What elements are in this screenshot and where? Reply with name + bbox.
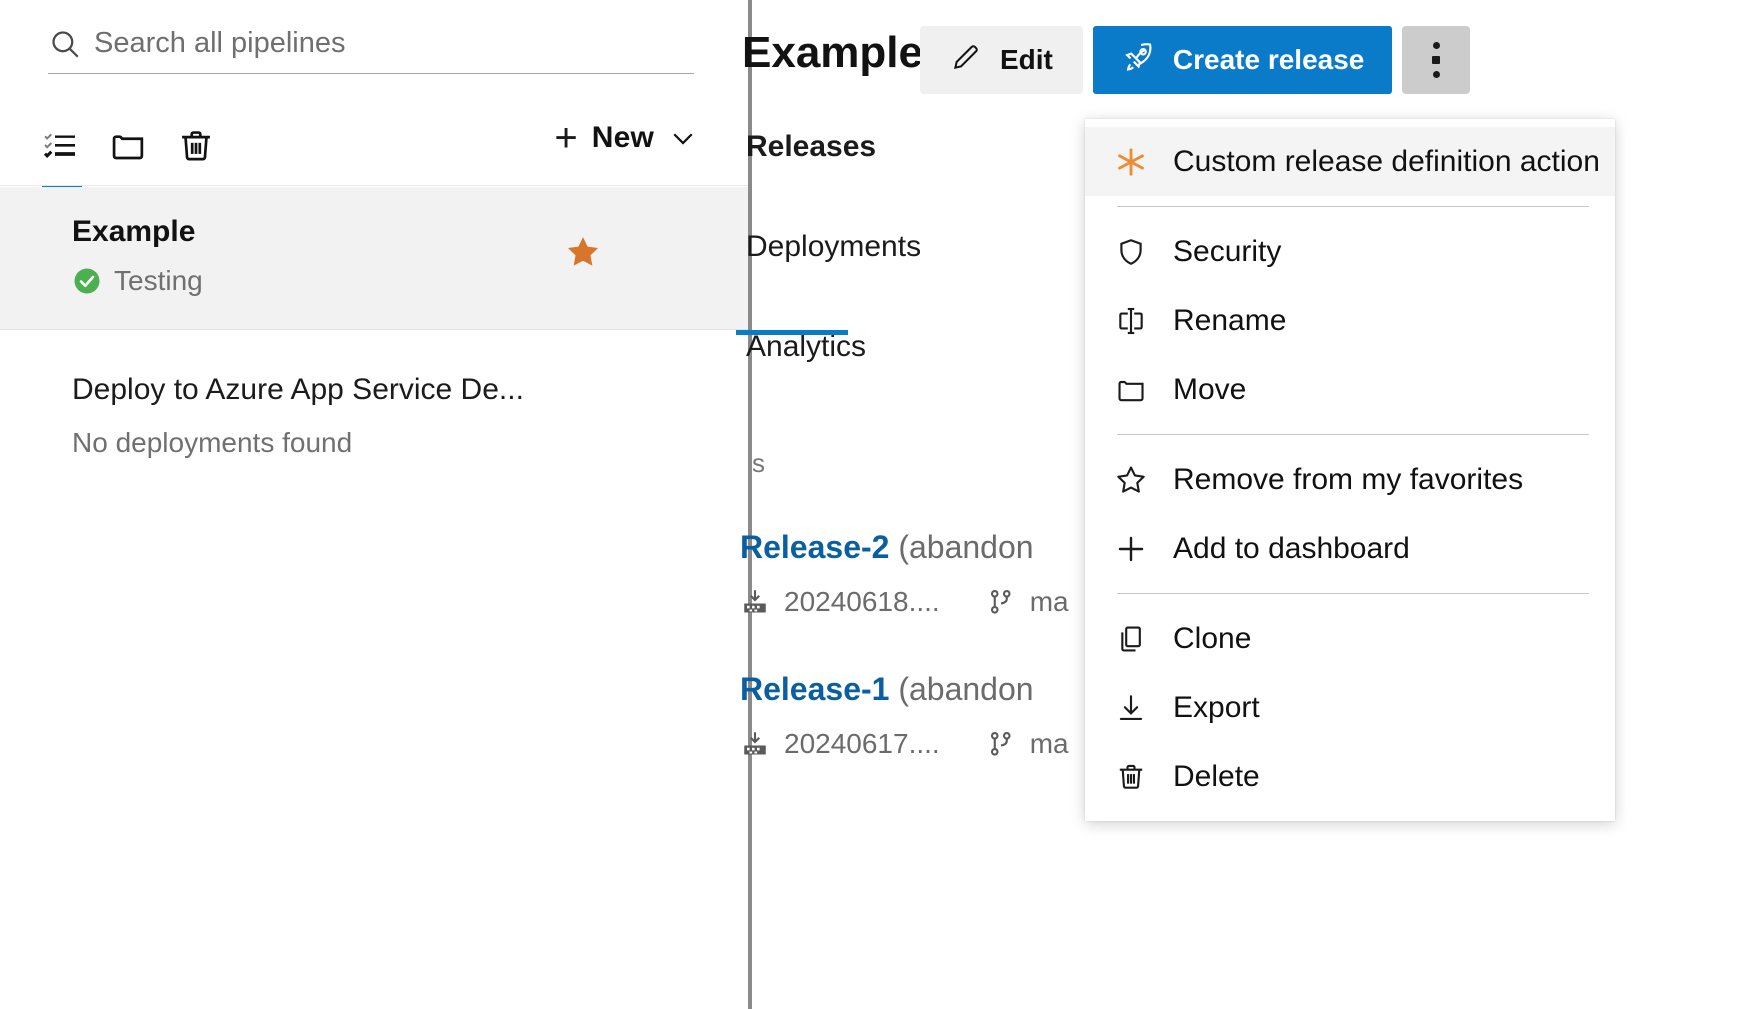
- success-check-icon: [72, 266, 102, 296]
- pipelines-toolbar: + New: [0, 112, 748, 186]
- folder-icon: [1109, 370, 1153, 410]
- menu-item-clone[interactable]: Clone: [1085, 604, 1615, 673]
- more-dot-2: [1432, 56, 1440, 64]
- chevron-down-icon[interactable]: [668, 123, 698, 153]
- menu-separator: [1117, 593, 1589, 594]
- pipeline-status-label: Testing: [114, 265, 203, 297]
- menu-separator: [1117, 434, 1589, 435]
- release-artifact: 20240618....: [784, 586, 940, 618]
- pipeline-status: No deployments found: [72, 427, 748, 459]
- build-artifact-icon: [740, 729, 770, 759]
- menu-item-label: Rename: [1173, 304, 1286, 338]
- detail-tabs: Releases Deployments Analytics: [742, 130, 1072, 232]
- menu-item-label: Move: [1173, 373, 1246, 407]
- header-actions: Edit Create release: [920, 26, 1470, 94]
- truncated-column-label: s: [752, 448, 765, 479]
- menu-separator: [1117, 206, 1589, 207]
- download-icon: [1109, 688, 1153, 728]
- menu-item-remove-from-my-favorites[interactable]: Remove from my favorites: [1085, 445, 1615, 514]
- menu-item-label: Custom release definition action: [1173, 145, 1600, 179]
- edit-button[interactable]: Edit: [920, 26, 1083, 94]
- release-artifact: 20240617....: [784, 728, 940, 760]
- trash-icon: [1109, 757, 1153, 797]
- menu-item-security[interactable]: Security: [1085, 217, 1615, 286]
- menu-item-delete[interactable]: Delete: [1085, 742, 1615, 811]
- menu-item-label: Export: [1173, 691, 1260, 725]
- release-branch: ma: [1030, 728, 1069, 760]
- more-options-button[interactable]: [1402, 26, 1470, 94]
- tab-analytics[interactable]: Analytics: [742, 330, 1072, 364]
- star-filled-icon[interactable]: [564, 233, 602, 271]
- all-pipelines-icon[interactable]: [32, 118, 88, 174]
- pipelines-sidebar: + New Example Testing: [0, 0, 748, 1009]
- menu-item-label: Remove from my favorites: [1173, 463, 1523, 497]
- menu-item-move[interactable]: Move: [1085, 355, 1615, 424]
- release-branch: ma: [1030, 586, 1069, 618]
- pipeline-name: Example: [72, 213, 748, 251]
- edit-label: Edit: [1000, 44, 1053, 76]
- star-outline-icon: [1109, 460, 1153, 500]
- pipeline-status: Testing: [72, 265, 748, 297]
- search-icon: [48, 27, 82, 61]
- menu-item-add-to-dashboard[interactable]: Add to dashboard: [1085, 514, 1615, 583]
- pencil-icon: [950, 41, 982, 80]
- pipeline-status-label: No deployments found: [72, 427, 352, 459]
- pipeline-list-item[interactable]: Example Testing: [0, 187, 748, 330]
- more-options-menu: Custom release definition action Securit…: [1085, 119, 1615, 821]
- release-name-link[interactable]: Release-2: [740, 529, 889, 565]
- search-bar[interactable]: [48, 14, 694, 74]
- new-pipeline-button[interactable]: + New: [554, 118, 698, 158]
- menu-item-custom-release-definition-action[interactable]: Custom release definition action: [1085, 127, 1615, 196]
- menu-item-label: Delete: [1173, 760, 1260, 794]
- pipeline-name: Deploy to Azure App Service De...: [72, 371, 748, 409]
- tab-releases[interactable]: Releases: [742, 130, 1072, 164]
- plus-icon: [1109, 529, 1153, 569]
- branch-icon: [986, 587, 1016, 617]
- menu-item-label: Clone: [1173, 622, 1251, 656]
- menu-item-label: Add to dashboard: [1173, 532, 1410, 566]
- release-status: (abandon: [898, 529, 1033, 565]
- release-status: (abandon: [898, 671, 1033, 707]
- menu-item-rename[interactable]: Rename: [1085, 286, 1615, 355]
- plus-icon: +: [554, 118, 577, 158]
- more-dot-3: [1433, 71, 1440, 78]
- new-pipeline-label: New: [592, 121, 654, 155]
- create-release-button[interactable]: Create release: [1093, 26, 1392, 94]
- recycle-bin-icon[interactable]: [168, 118, 224, 174]
- copy-icon: [1109, 619, 1153, 659]
- pipeline-list-item[interactable]: Deploy to Azure App Service De... No dep…: [0, 345, 748, 475]
- menu-item-label: Security: [1173, 235, 1281, 269]
- tab-deployments[interactable]: Deployments: [742, 230, 1072, 264]
- branch-icon: [986, 729, 1016, 759]
- asterisk-icon: [1109, 142, 1153, 182]
- release-name-link[interactable]: Release-1: [740, 671, 889, 707]
- tab-selected-indicator: [736, 330, 848, 335]
- shield-icon: [1109, 232, 1153, 272]
- search-input[interactable]: [94, 27, 674, 60]
- folder-icon[interactable]: [100, 118, 156, 174]
- more-dot-1: [1433, 42, 1440, 49]
- rename-icon: [1109, 301, 1153, 341]
- page-title: Example: [742, 28, 923, 78]
- menu-item-export[interactable]: Export: [1085, 673, 1615, 742]
- rocket-icon: [1121, 40, 1155, 81]
- create-release-label: Create release: [1173, 44, 1364, 76]
- build-artifact-icon: [740, 587, 770, 617]
- app-root: + New Example Testing: [0, 0, 1760, 1009]
